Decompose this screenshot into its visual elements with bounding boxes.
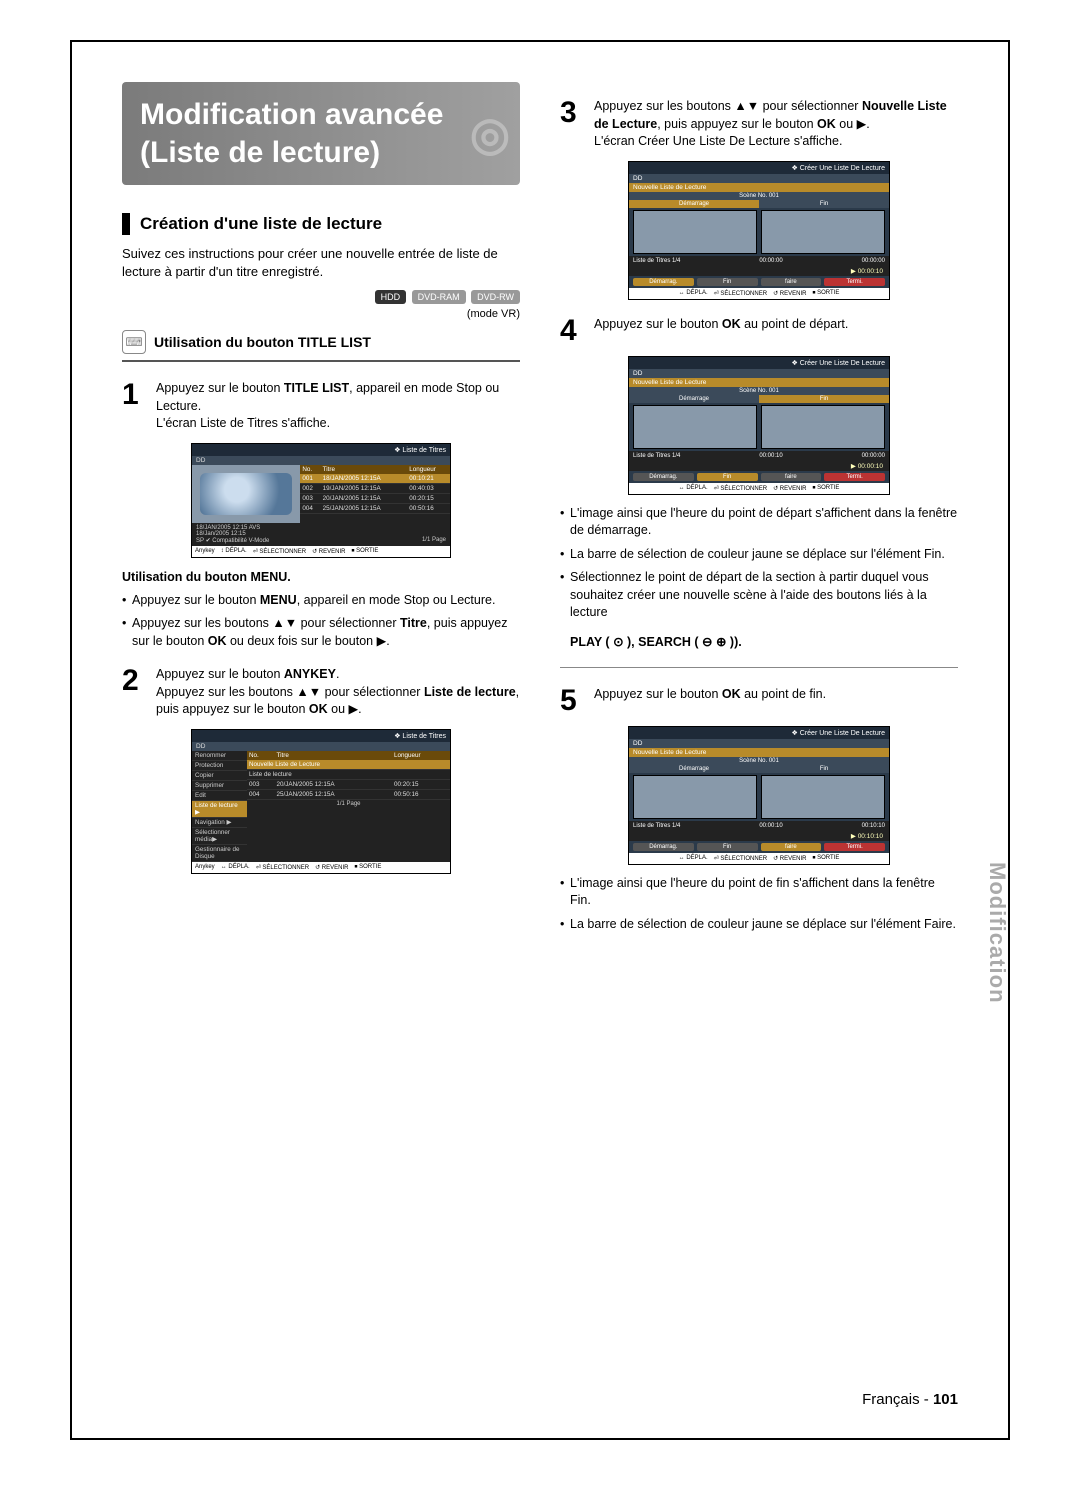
osd-create-playlist-a: Créer Une Liste De Lecture DD Nouvelle L… xyxy=(628,161,890,300)
right-column: 3 Appuyez sur les boutons ▲▼ pour sélect… xyxy=(560,82,958,1371)
step-number: 1 xyxy=(122,380,146,433)
osd-list: No.TitreLongueur 00118/JAN/2005 12:15A00… xyxy=(300,465,450,523)
list-item: L'image ainsi que l'heure du point de dé… xyxy=(560,505,958,540)
table-row: 00425/JAN/2005 12:15A00:50:16 xyxy=(247,789,450,799)
osd-preview xyxy=(192,465,300,523)
media-support: HDD DVD-RAM DVD-RW xyxy=(122,290,520,304)
osd-bar: DD xyxy=(192,456,450,465)
table-row: 00425/JAN/2005 12:15A00:50:16 xyxy=(300,503,450,513)
osd-header: Créer Une Liste De Lecture xyxy=(629,162,889,174)
step-number: 5 xyxy=(560,686,584,716)
osd-header: Liste de Titres xyxy=(192,444,450,456)
text: Appuyez sur le bouton xyxy=(156,381,284,395)
step-body: Appuyez sur les boutons ▲▼ pour sélectio… xyxy=(594,98,958,151)
step-body: Appuyez sur le bouton ANYKEY. Appuyez su… xyxy=(156,666,520,719)
table-row: 00320/JAN/2005 12:15A00:20:15 xyxy=(247,779,450,789)
osd-menu: RenommerProtectionCopier SupprimerEdit L… xyxy=(192,751,247,862)
text: DD xyxy=(196,457,205,464)
osd-selected-row: Nouvelle Liste de Lecture xyxy=(629,183,889,192)
osd-info: 18/JAN/2005 12:15 AVS 18/Jan/2005 12:15 … xyxy=(192,523,450,546)
menu-bullets: Appuyez sur le bouton MENU, appareil en … xyxy=(122,592,520,651)
table-row: Liste de lecture xyxy=(247,769,450,779)
table-row: 00320/JAN/2005 12:15A00:20:15 xyxy=(300,493,450,503)
mode-note: (mode VR) xyxy=(122,308,520,320)
title-line2: (Liste de lecture) xyxy=(140,136,380,169)
step-number: 3 xyxy=(560,98,584,151)
scene-label: Scène No. 001 xyxy=(629,192,889,200)
osd-bar: DD xyxy=(192,742,450,751)
table-row: Nouvelle Liste de Lecture xyxy=(247,760,450,770)
title-list-icon: ⌨ xyxy=(122,330,146,354)
col-titre: Titre xyxy=(321,465,408,474)
step-3: 3 Appuyez sur les boutons ▲▼ pour sélect… xyxy=(560,98,958,151)
left-column: ◎ Modification avancée (Liste de lecture… xyxy=(122,82,520,1371)
step-4: 4 Appuyez sur le bouton OK au point de d… xyxy=(560,316,958,346)
side-tab: Modification xyxy=(984,862,1010,1004)
osd-header: Créer Une Liste De Lecture xyxy=(629,727,889,739)
step-body: Appuyez sur le bouton OK au point de fin… xyxy=(594,686,826,716)
step-body: Appuyez sur le bouton OK au point de dép… xyxy=(594,316,848,346)
dvdram-badge: DVD-RAM xyxy=(412,290,466,304)
dvdrw-badge: DVD-RW xyxy=(471,290,520,304)
table-row: 00118/JAN/2005 12:15A00:10:21 xyxy=(300,474,450,484)
page-footer: Français - 101 xyxy=(122,1371,958,1408)
play-search-line: PLAY ( ⊙ ), SEARCH ( ⊖ ⊕ )). xyxy=(570,634,958,649)
text-bold: TITLE LIST xyxy=(284,381,349,395)
manual-page: Modification ◎ Modification avancée (Lis… xyxy=(70,40,1010,1440)
menu-subhead: Utilisation du bouton MENU. xyxy=(122,570,520,584)
osd-list: No.TitreLongueur Nouvelle Liste de Lectu… xyxy=(247,751,450,862)
list-item: L'image ainsi que l'heure du point de fi… xyxy=(560,875,958,910)
list-item: Appuyez sur les boutons ▲▼ pour sélectio… xyxy=(122,615,520,650)
title-line1: Modification avancée xyxy=(140,98,443,131)
divider xyxy=(122,360,520,362)
osd-title-list: Liste de Titres DD No.TitreLongueur 0011… xyxy=(191,443,451,558)
osd-header: Créer Une Liste De Lecture xyxy=(629,357,889,369)
col-len: Longueur xyxy=(407,465,450,474)
section-heading-text: Création d'une liste de lecture xyxy=(140,214,382,234)
intro-text: Suivez ces instructions pour créer une n… xyxy=(122,245,520,280)
page-title: ◎ Modification avancée (Liste de lecture… xyxy=(122,82,520,185)
step5-bullets: L'image ainsi que l'heure du point de fi… xyxy=(560,875,958,934)
osd-footer: Anykey↕ DÉPLA.⏎ SÉLECTIONNER↺ REVENIR⏹ S… xyxy=(192,546,450,557)
list-item: La barre de sélection de couleur jaune s… xyxy=(560,916,958,934)
osd-footer: Anykey↔ DÉPLA.⏎ SÉLECTIONNER↺ REVENIR⏹ S… xyxy=(192,862,450,873)
step-1: 1 Appuyez sur le bouton TITLE LIST, appa… xyxy=(122,380,520,433)
step-2: 2 Appuyez sur le bouton ANYKEY. Appuyez … xyxy=(122,666,520,719)
hdd-badge: HDD xyxy=(375,290,407,304)
col-no: No. xyxy=(300,465,320,474)
footer-lang: Français xyxy=(862,1391,920,1408)
list-item: Sélectionnez le point de départ de la se… xyxy=(560,569,958,622)
sub-heading: Utilisation du bouton TITLE LIST xyxy=(154,334,371,350)
osd-anykey-menu: Liste de Titres DD RenommerProtectionCop… xyxy=(191,729,451,874)
step-number: 4 xyxy=(560,316,584,346)
footer-page: 101 xyxy=(933,1391,958,1408)
divider xyxy=(560,667,958,668)
osd-header: Liste de Titres xyxy=(192,730,450,742)
step-number: 2 xyxy=(122,666,146,719)
step4-bullets: L'image ainsi que l'heure du point de dé… xyxy=(560,505,958,622)
list-item: La barre de sélection de couleur jaune s… xyxy=(560,546,958,564)
step-body: Appuyez sur le bouton TITLE LIST, appare… xyxy=(156,380,520,433)
text: L'écran Liste de Titres s'affiche. xyxy=(156,416,330,430)
table-row: 00219/JAN/2005 12:15A00:40:03 xyxy=(300,483,450,493)
osd-create-playlist-b: Créer Une Liste De Lecture DD Nouvelle L… xyxy=(628,356,890,495)
step-5: 5 Appuyez sur le bouton OK au point de f… xyxy=(560,686,958,716)
list-item: Appuyez sur le bouton MENU, appareil en … xyxy=(122,592,520,610)
osd-create-playlist-c: Créer Une Liste De Lecture DD Nouvelle L… xyxy=(628,726,890,865)
ripple-icon: ◎ xyxy=(470,105,510,163)
section-heading: Création d'une liste de lecture xyxy=(122,213,520,235)
